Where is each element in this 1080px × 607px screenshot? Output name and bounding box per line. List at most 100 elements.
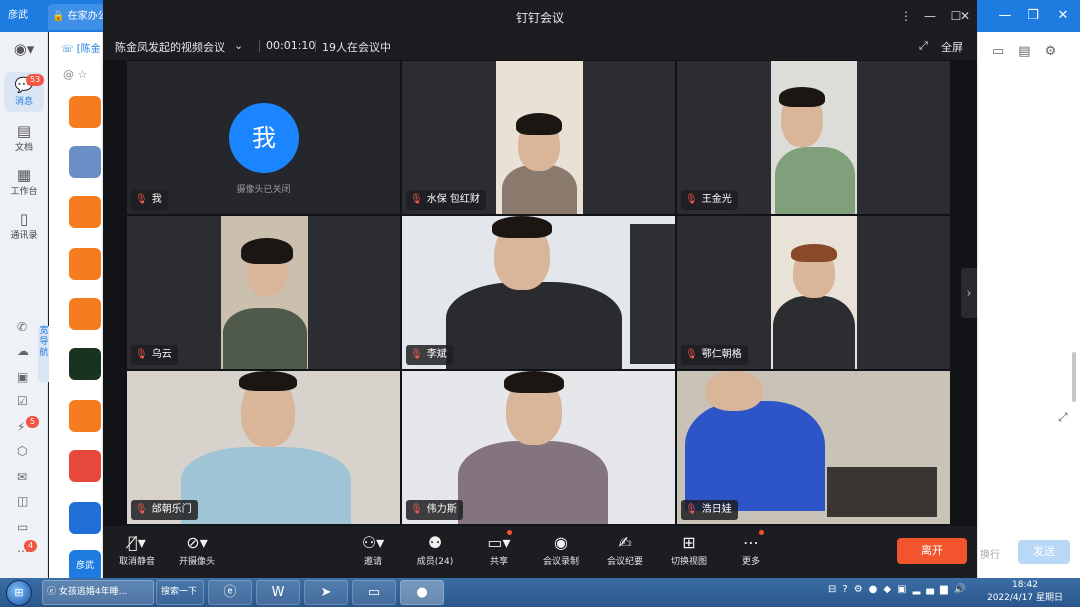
- minimize-icon[interactable]: —: [917, 6, 943, 26]
- unmute-button[interactable]: 🎙̸▾ 取消静音: [107, 532, 167, 567]
- invite-button[interactable]: ⚇▾ 邀请: [343, 532, 403, 567]
- conversation-avatar[interactable]: [69, 196, 101, 228]
- invite-label: 邀请: [363, 557, 382, 567]
- meeting-app-icon[interactable]: ●: [400, 580, 444, 605]
- video-tile[interactable]: 🎙 李斌: [402, 216, 675, 369]
- nav-workbench[interactable]: ▦ 工作台: [4, 166, 44, 197]
- person-hair: [239, 371, 297, 391]
- browser-icon: ⓔ: [47, 587, 57, 597]
- person-hair: [779, 87, 825, 107]
- more-indicator-dot: [759, 530, 764, 535]
- mic-muted-icon: 🎙: [410, 349, 423, 360]
- volume-icon[interactable]: 🔊: [954, 584, 972, 595]
- settings-icon[interactable]: ⚙: [1045, 44, 1071, 59]
- camera-button[interactable]: ⊘▾ 开摄像头: [167, 532, 227, 567]
- nav-messages[interactable]: 💬 消息 53: [4, 72, 45, 112]
- calendar-icon[interactable]: ▣: [17, 370, 28, 384]
- folder-icon[interactable]: ▭: [992, 44, 1018, 59]
- conversation-avatar[interactable]: [69, 248, 101, 280]
- dingtalk-icon[interactable]: ➤: [304, 580, 348, 605]
- conversation-avatar[interactable]: [69, 502, 101, 534]
- taskbar-clock[interactable]: 18:42 2022/4/17 星期日: [980, 579, 1070, 605]
- tray-app-icon[interactable]: ◆: [883, 584, 897, 595]
- conversation-avatar[interactable]: [69, 96, 101, 128]
- chevron-down-icon[interactable]: ⌄: [234, 39, 243, 52]
- close-icon[interactable]: ✕: [955, 6, 975, 26]
- conversation-avatar[interactable]: [69, 348, 101, 380]
- tray-app-icon[interactable]: ⚙: [854, 584, 869, 595]
- app-tab[interactable]: 🔒 在家办公: [48, 4, 104, 30]
- folder-icon[interactable]: ▭: [352, 580, 396, 605]
- participant-name-tag: 🎙 我: [131, 190, 168, 210]
- video-tile-self[interactable]: 我 摄像头已关闭 🎙 我: [127, 61, 400, 214]
- conversation-avatar[interactable]: [69, 450, 101, 482]
- ding-icon[interactable]: ⚡: [17, 420, 25, 434]
- start-button[interactable]: ⊞: [6, 580, 32, 606]
- conversation-avatar[interactable]: [69, 146, 101, 178]
- word-icon[interactable]: W: [256, 580, 300, 605]
- participant-name-tag: 🎙 浩日娃: [681, 500, 738, 520]
- mail-icon[interactable]: ✉: [17, 470, 27, 484]
- taskbar-search[interactable]: 搜索一下: [156, 580, 204, 605]
- video-tile[interactable]: 🎙 王金光: [677, 61, 950, 214]
- workspace-switcher[interactable]: ◉▾: [4, 40, 44, 58]
- minimize-icon[interactable]: —: [990, 0, 1020, 32]
- todo-icon[interactable]: ☑: [17, 394, 28, 408]
- help-icon[interactable]: ?: [842, 584, 853, 595]
- video-tile[interactable]: 🎙 伟力斯: [402, 371, 675, 524]
- network-icon[interactable]: ▂▄▆: [913, 584, 954, 595]
- minutes-button[interactable]: ✍ 会议纪要: [595, 532, 655, 567]
- mic-muted-icon: 🎙: [410, 194, 423, 205]
- participant-name-tag: 🎙 鄂仁朝格: [681, 345, 748, 365]
- nav-workbench-label: 工作台: [10, 187, 38, 197]
- ie-icon[interactable]: ⓔ: [208, 580, 252, 605]
- more-options-icon[interactable]: ⋮: [893, 6, 919, 26]
- conversation-avatar[interactable]: [69, 298, 101, 330]
- video-tile[interactable]: 🎙 水保 包红财: [402, 61, 675, 214]
- folder-icon[interactable]: ▭: [17, 520, 28, 534]
- expand-icon[interactable]: ⤢: [1058, 410, 1068, 425]
- participant-name: 邰朝乐门: [151, 504, 192, 515]
- video-tile[interactable]: 🎙 浩日娃: [677, 371, 950, 524]
- conversation-avatar[interactable]: [69, 400, 101, 432]
- at-icon[interactable]: @: [63, 68, 74, 81]
- members-label: 成员(24): [416, 557, 454, 567]
- doc-search-icon[interactable]: ▤: [1018, 44, 1044, 59]
- meeting-name[interactable]: 陈金凤发起的视频会议: [115, 39, 225, 55]
- apps-icon[interactable]: ⬡: [17, 444, 27, 458]
- meeting-toolbar: 🎙̸▾ 取消静音 ⊘▾ 开摄像头 ⚇▾ 邀请 ⚉ 成员(24) ▭▾ 共享 ◉ 会议录制 ✍…: [103, 526, 977, 578]
- fullscreen-icon[interactable]: ⤢: [919, 39, 928, 53]
- video-tile[interactable]: 🎙 乌云: [127, 216, 400, 369]
- send-button[interactable]: 发送: [1018, 540, 1070, 564]
- participant-name: 浩日娃: [701, 504, 732, 515]
- chat-panel-tools: ▭▤⚙: [992, 44, 1070, 59]
- restore-icon[interactable]: ❐: [1018, 0, 1048, 32]
- video-tile[interactable]: 🎙 邰朝乐门: [127, 371, 400, 524]
- disk-icon[interactable]: ◫: [17, 494, 28, 508]
- ime-icon[interactable]: ⊟: [828, 584, 842, 595]
- nav-contacts[interactable]: ▯ 通讯录: [4, 210, 44, 241]
- taskbar-browser-item[interactable]: ⓔ 女孩逃婚4年睡...: [42, 580, 154, 605]
- nav-docs[interactable]: ▤ 文档: [4, 122, 44, 153]
- share-button[interactable]: ▭▾ 共享: [469, 532, 529, 567]
- share-label: 共享: [489, 557, 508, 567]
- members-button[interactable]: ⚉ 成员(24): [405, 532, 465, 567]
- more-button[interactable]: ⋯ 更多: [721, 532, 781, 567]
- phone-icon[interactable]: ✆: [17, 320, 27, 334]
- minutes-label: 会议纪要: [606, 557, 643, 567]
- next-page-arrow[interactable]: ›: [961, 268, 977, 318]
- record-button[interactable]: ◉ 会议录制: [531, 532, 591, 567]
- scrollbar[interactable]: [1072, 352, 1076, 402]
- mic-muted-icon: 🎙: [685, 504, 698, 515]
- tray-app-icon[interactable]: ●: [869, 584, 884, 595]
- switch-view-button[interactable]: ⊞ 切换视图: [659, 532, 719, 567]
- person-body: [458, 441, 608, 524]
- fullscreen-button[interactable]: 全屏: [941, 39, 963, 55]
- leave-button[interactable]: 离开: [897, 538, 967, 564]
- cloud-icon[interactable]: ☁: [17, 344, 29, 358]
- star-icon[interactable]: ☆: [78, 68, 88, 81]
- tray-app-icon[interactable]: ▣: [897, 584, 912, 595]
- video-tile[interactable]: 🎙 鄂仁朝格: [677, 216, 950, 369]
- close-icon[interactable]: ✕: [1048, 0, 1078, 32]
- participant-name: 乌云: [151, 349, 172, 360]
